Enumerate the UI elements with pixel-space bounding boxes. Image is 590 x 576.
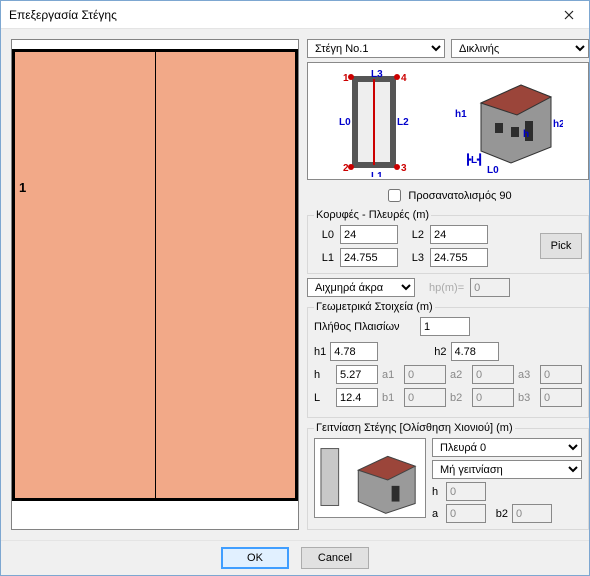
titlebar: Επεξεργασία Στέγης [1, 1, 589, 29]
frames-label: Πλήθος Πλαισίων [314, 321, 414, 333]
b3-input [540, 388, 582, 407]
a1-label: a1 [382, 369, 400, 381]
cancel-button[interactable]: Cancel [301, 547, 369, 569]
svg-text:┣L┫: ┣L┫ [465, 153, 483, 166]
hp-label: hp(m)= [429, 282, 464, 294]
ok-button[interactable]: OK [221, 547, 289, 569]
neighbor-a-label: a [432, 508, 442, 520]
svg-text:L1: L1 [371, 171, 383, 177]
pick-button[interactable]: Pick [540, 233, 582, 259]
lbl-L0: L0 [314, 229, 334, 241]
b2-input [472, 388, 514, 407]
lbl-L3: L3 [404, 252, 424, 264]
neighbor-b2-input [512, 504, 552, 523]
input-L2[interactable] [430, 225, 488, 244]
orientation-90-label: Προσανατολισμός 90 [408, 190, 511, 202]
svg-text:3: 3 [401, 163, 407, 174]
h-label: h [314, 369, 332, 381]
vertices-sides-legend: Κορυφές - Πλευρές (m) [314, 209, 431, 221]
svg-text:h: h [523, 129, 529, 140]
input-L3[interactable] [430, 248, 488, 267]
neighbor-thumbnail [314, 438, 426, 518]
roof-schematic-diagram: 1 4 2 3 L3 L1 L0 L2 [307, 62, 589, 180]
neighbor-b2-label: b2 [490, 508, 508, 520]
b2-label: b2 [450, 392, 468, 404]
a3-label: a3 [518, 369, 536, 381]
vertices-sides-group: Κορυφές - Πλευρές (m) L0 L2 Pick L1 L3 [307, 209, 589, 274]
svg-text:h1: h1 [455, 109, 467, 120]
roof-number-select[interactable]: Στέγη Νο.1 [307, 39, 445, 58]
L-input[interactable] [336, 388, 378, 407]
svg-text:L2: L2 [397, 117, 409, 128]
svg-text:L3: L3 [371, 69, 383, 80]
geometry-legend: Γεωμετρικά Στοιχεία (m) [314, 301, 435, 313]
roof-preview-large: 1 [11, 39, 299, 530]
h1-label: h1 [314, 346, 326, 358]
a1-input [404, 365, 446, 384]
neighbor-h-input [446, 482, 486, 501]
input-L0[interactable] [340, 225, 398, 244]
lbl-L1: L1 [314, 252, 334, 264]
svg-text:h2: h2 [553, 119, 563, 130]
geometry-group: Γεωμετρικά Στοιχεία (m) Πλήθος Πλαισίων … [307, 301, 589, 418]
h1-input[interactable] [330, 342, 378, 361]
b1-input [404, 388, 446, 407]
h2-label: h2 [434, 346, 446, 358]
L-label: L [314, 392, 332, 404]
close-button[interactable] [549, 1, 589, 29]
window-title: Επεξεργασία Στέγης [9, 8, 549, 22]
edge-type-select[interactable]: Αιχμηρά άκρα [307, 278, 415, 297]
a2-input [472, 365, 514, 384]
svg-text:L0: L0 [487, 165, 499, 176]
svg-text:L0: L0 [339, 117, 351, 128]
hp-value [470, 278, 510, 297]
svg-text:2: 2 [343, 163, 349, 174]
neighbor-side-select[interactable]: Πλευρά 0 [432, 438, 582, 457]
neighbor-type-select[interactable]: Μή γειτνίαση [432, 460, 582, 479]
close-icon [564, 10, 574, 20]
input-L1[interactable] [340, 248, 398, 267]
neighbor-legend: Γειτνίαση Στέγης [Ολίσθηση Χιονιού] (m) [314, 422, 515, 434]
orientation-90-checkbox[interactable] [388, 189, 401, 202]
roof-type-select[interactable]: Δικλινής [451, 39, 589, 58]
neighbor-h-label: h [432, 486, 442, 498]
dialog-footer: OK Cancel [1, 540, 589, 575]
h2-input[interactable] [451, 342, 499, 361]
h-input[interactable] [336, 365, 378, 384]
b3-label: b3 [518, 392, 536, 404]
neighbor-group: Γειτνίαση Στέγης [Ολίσθηση Χιονιού] (m) [307, 422, 589, 530]
roof-plan-shape: 1 [12, 49, 298, 501]
svg-text:4: 4 [401, 73, 407, 84]
b1-label: b1 [382, 392, 400, 404]
dialog-window: Επεξεργασία Στέγης 1 Στέγη Νο.1 Δικλινής [0, 0, 590, 576]
frames-count-input[interactable] [420, 317, 470, 336]
neighbor-a-input [446, 504, 486, 523]
lbl-L2: L2 [404, 229, 424, 241]
roof-panel-label: 1 [19, 180, 26, 195]
a3-input [540, 365, 582, 384]
svg-text:1: 1 [343, 73, 349, 84]
a2-label: a2 [450, 369, 468, 381]
